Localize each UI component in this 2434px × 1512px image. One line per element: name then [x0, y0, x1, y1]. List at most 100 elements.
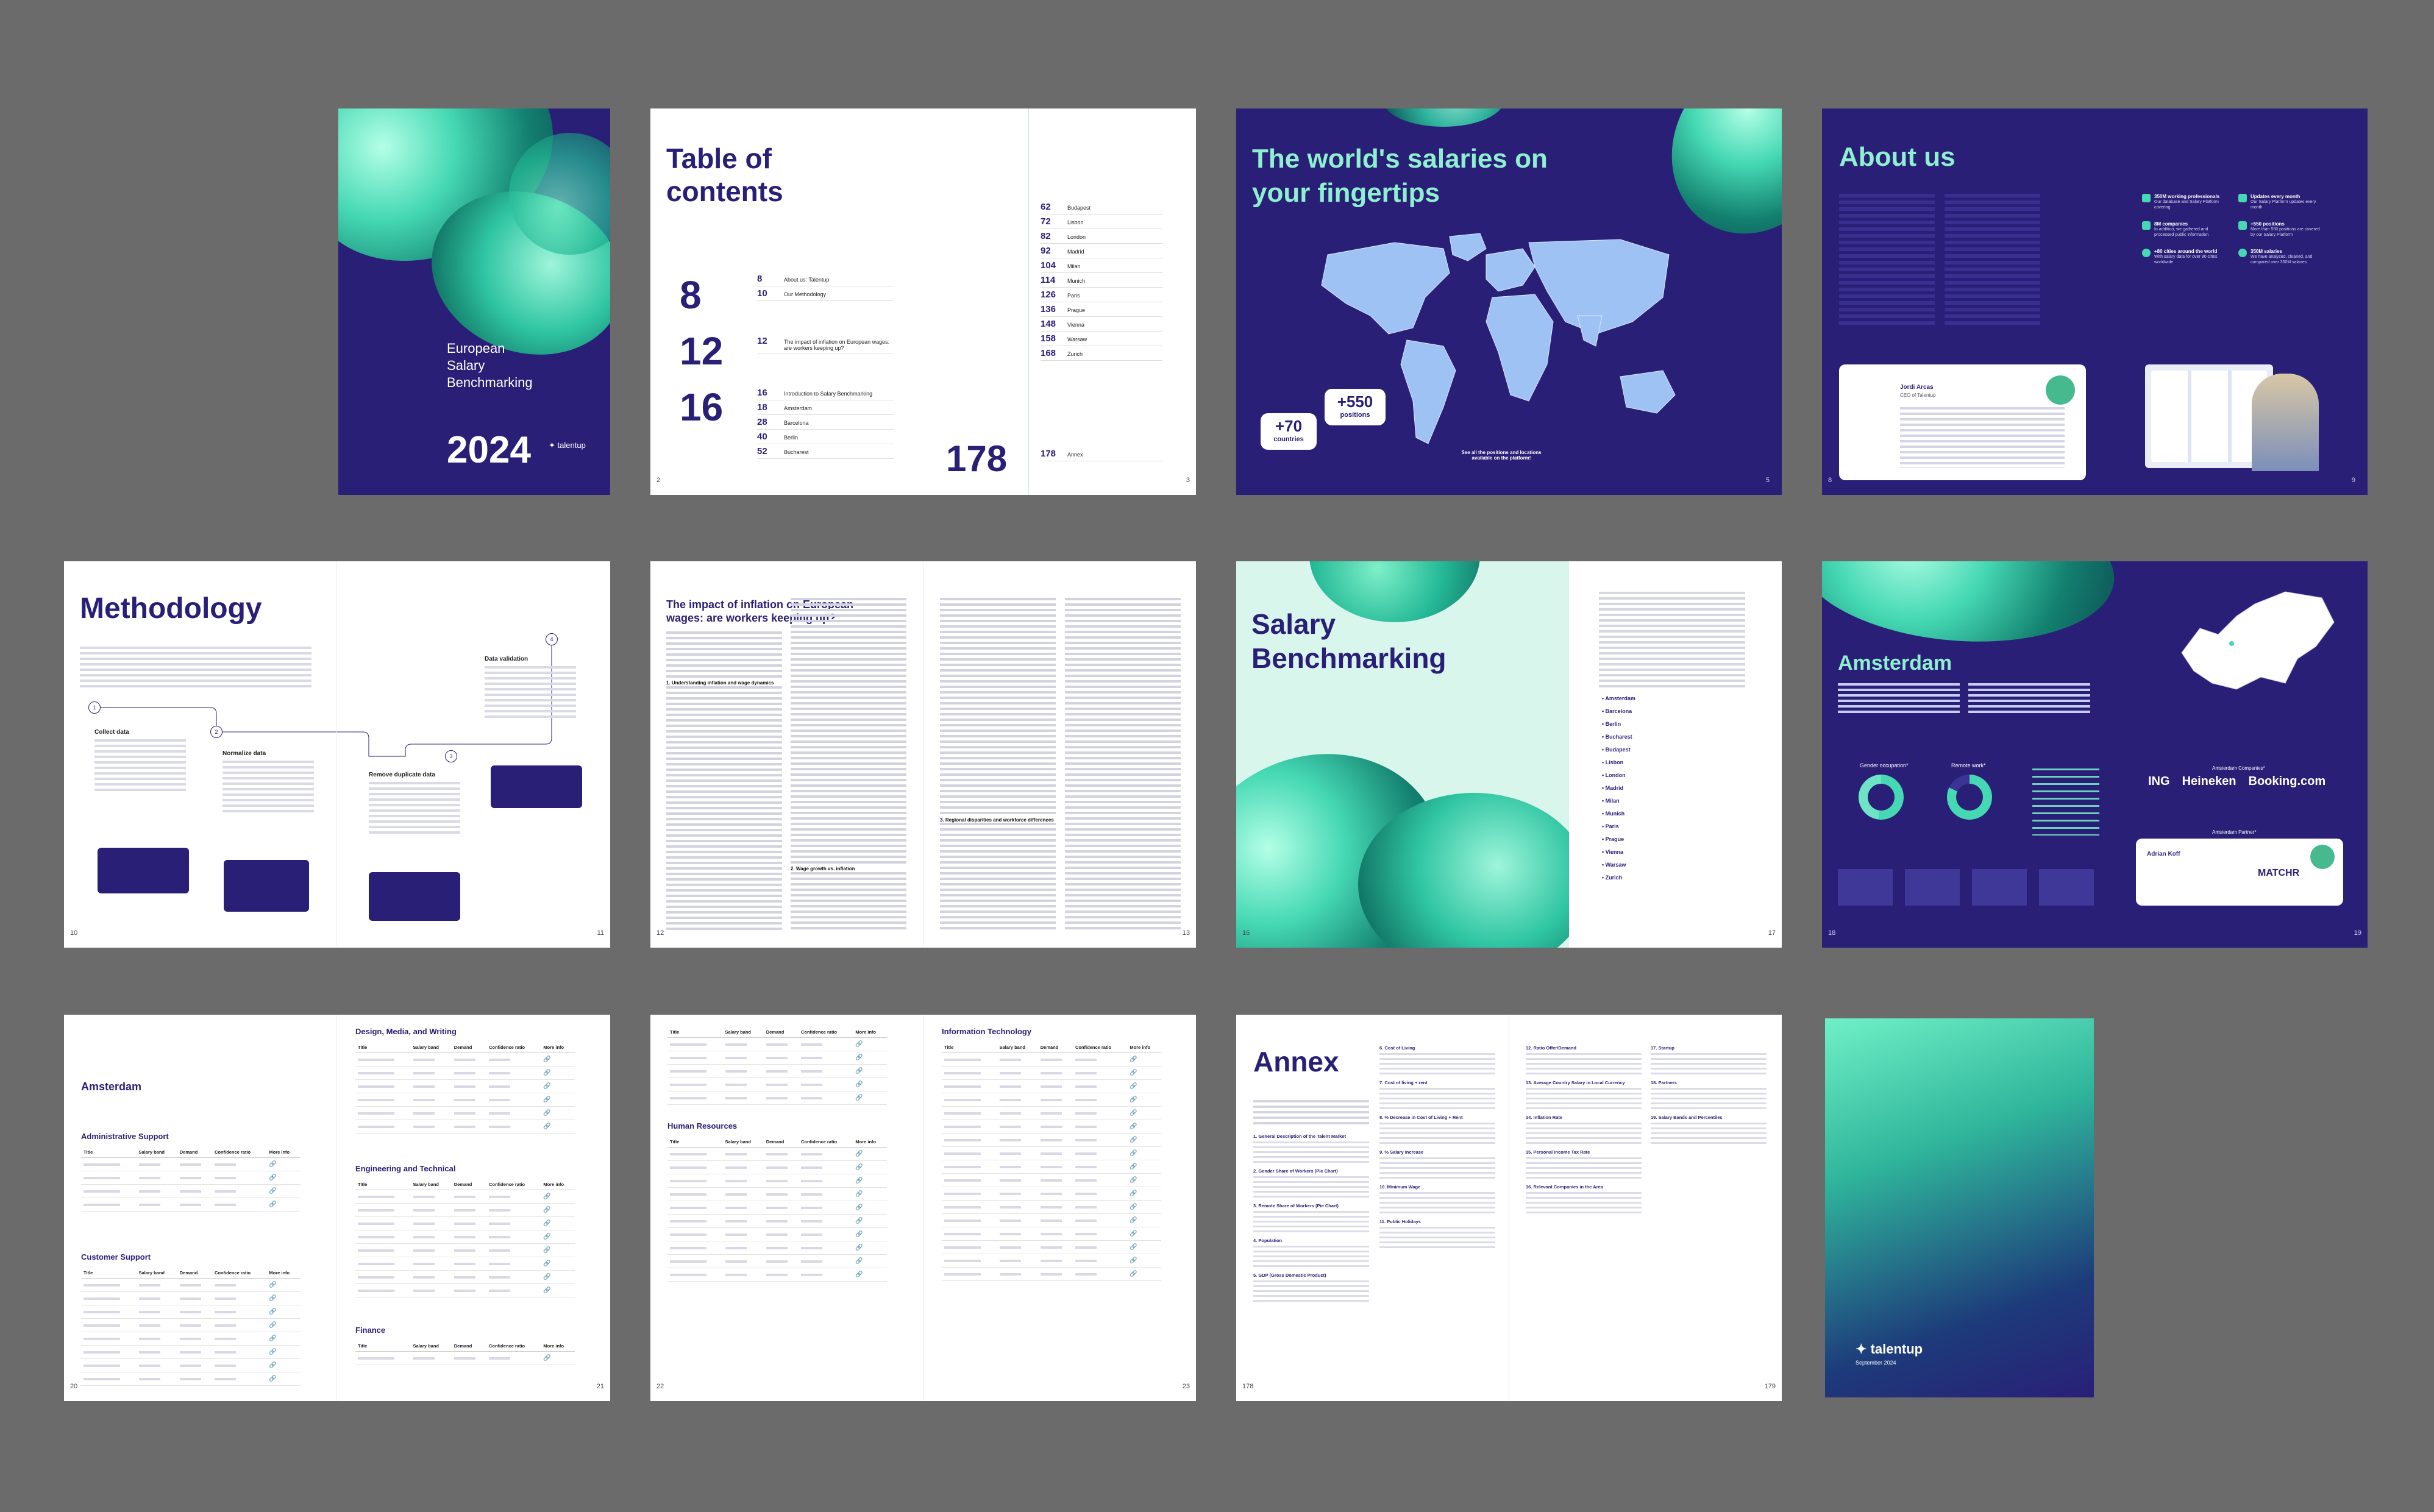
city-item[interactable]: • Berlin: [1602, 718, 1635, 731]
link-icon[interactable]: 🔗: [543, 1083, 550, 1090]
toc-entry[interactable]: 92 Madrid: [1041, 244, 1162, 258]
link-icon[interactable]: 🔗: [1130, 1177, 1137, 1184]
link-icon[interactable]: 🔗: [855, 1041, 863, 1048]
toc-entry[interactable]: 148 Vienna: [1041, 317, 1162, 332]
link-icon[interactable]: 🔗: [269, 1201, 276, 1208]
link-icon[interactable]: 🔗: [543, 1056, 550, 1063]
toc-entry[interactable]: 168 Zurich: [1041, 346, 1162, 361]
link-icon[interactable]: 🔗: [855, 1191, 863, 1198]
link-icon[interactable]: 🔗: [269, 1161, 276, 1168]
link-icon[interactable]: 🔗: [269, 1188, 276, 1194]
link-icon[interactable]: 🔗: [543, 1123, 550, 1130]
link-icon[interactable]: 🔗: [543, 1207, 550, 1213]
link-icon[interactable]: 🔗: [855, 1244, 863, 1251]
city-item[interactable]: • Prague: [1602, 833, 1635, 846]
link-icon[interactable]: 🔗: [269, 1308, 276, 1315]
link-icon[interactable]: 🔗: [269, 1335, 276, 1342]
link-icon[interactable]: 🔗: [543, 1220, 550, 1227]
toc-entry[interactable]: 8 About us: Talentup: [757, 272, 894, 286]
link-icon[interactable]: 🔗: [1130, 1056, 1137, 1063]
link-icon[interactable]: 🔗: [269, 1375, 276, 1382]
link-icon[interactable]: 🔗: [543, 1096, 550, 1103]
toc-entry[interactable]: 136 Prague: [1041, 302, 1162, 317]
link-icon[interactable]: 🔗: [1130, 1257, 1137, 1264]
toc-entry[interactable]: 10 Our Methodology: [757, 286, 894, 301]
link-icon[interactable]: 🔗: [543, 1274, 550, 1280]
link-icon[interactable]: 🔗: [855, 1231, 863, 1238]
link-icon[interactable]: 🔗: [1130, 1150, 1137, 1157]
city-item[interactable]: • Bucharest: [1602, 731, 1635, 744]
link-icon[interactable]: 🔗: [269, 1349, 276, 1355]
link-icon[interactable]: 🔗: [855, 1054, 863, 1061]
link-icon[interactable]: 🔗: [855, 1177, 863, 1184]
link-icon[interactable]: 🔗: [269, 1174, 276, 1181]
toc-entry[interactable]: 40 Berlin: [757, 430, 894, 444]
link-icon[interactable]: 🔗: [1130, 1110, 1137, 1116]
toc-entry[interactable]: 62 Budapest: [1041, 200, 1162, 215]
link-icon[interactable]: 🔗: [1130, 1217, 1137, 1224]
city-item[interactable]: • Munich: [1602, 807, 1635, 820]
world-spread: The world's salaries on your fingertips …: [1236, 108, 1782, 495]
toc-entry[interactable]: 126 Paris: [1041, 288, 1162, 302]
link-icon[interactable]: 🔗: [543, 1070, 550, 1076]
link-icon[interactable]: 🔗: [543, 1355, 550, 1361]
toc-entry-annex[interactable]: 178 Annex: [1041, 447, 1162, 461]
toc-entry[interactable]: 18 Amsterdam: [757, 400, 894, 415]
toc-entry[interactable]: 72 Lisbon: [1041, 215, 1162, 229]
map-south-america: [1400, 339, 1456, 444]
toc-entry[interactable]: 12 The impact of inflation on European wa…: [757, 334, 894, 353]
link-icon[interactable]: 🔗: [1130, 1204, 1137, 1210]
city-item[interactable]: • Warsaw: [1602, 859, 1635, 871]
link-icon[interactable]: 🔗: [1130, 1244, 1137, 1251]
link-icon[interactable]: 🔗: [543, 1233, 550, 1240]
toc-entry[interactable]: 82 London: [1041, 229, 1162, 244]
toc-entry[interactable]: 158 Warsaw: [1041, 332, 1162, 346]
link-icon[interactable]: 🔗: [855, 1068, 863, 1074]
city-item[interactable]: • Paris: [1602, 820, 1635, 833]
city-item[interactable]: • Milan: [1602, 795, 1635, 807]
city-item[interactable]: • Budapest: [1602, 744, 1635, 756]
table-row: 🔗: [667, 1174, 887, 1188]
link-icon[interactable]: 🔗: [1130, 1271, 1137, 1277]
link-icon[interactable]: 🔗: [543, 1287, 550, 1294]
city-item[interactable]: • London: [1602, 769, 1635, 782]
city-item[interactable]: • Barcelona: [1602, 705, 1635, 718]
link-icon[interactable]: 🔗: [855, 1095, 863, 1101]
city-item[interactable]: • Amsterdam: [1602, 692, 1635, 705]
link-icon[interactable]: 🔗: [1130, 1070, 1137, 1076]
link-icon[interactable]: 🔗: [1130, 1083, 1137, 1090]
link-icon[interactable]: 🔗: [269, 1322, 276, 1329]
link-icon[interactable]: 🔗: [1130, 1163, 1137, 1170]
toc-entry[interactable]: 104 Milan: [1041, 258, 1162, 273]
toc-entry[interactable]: 28 Barcelona: [757, 415, 894, 430]
link-icon[interactable]: 🔗: [269, 1282, 276, 1288]
city-item[interactable]: • Vienna: [1602, 846, 1635, 859]
toc-entry[interactable]: 114 Munich: [1041, 273, 1162, 288]
link-icon[interactable]: 🔗: [543, 1193, 550, 1200]
city-item[interactable]: • Lisbon: [1602, 756, 1635, 769]
link-icon[interactable]: 🔗: [269, 1295, 276, 1302]
link-icon[interactable]: 🔗: [1130, 1123, 1137, 1130]
toc-entry[interactable]: 52 Bucharest: [757, 444, 894, 459]
city-item[interactable]: • Madrid: [1602, 782, 1635, 795]
link-icon[interactable]: 🔗: [543, 1110, 550, 1116]
link-icon[interactable]: 🔗: [543, 1260, 550, 1267]
link-icon[interactable]: 🔗: [855, 1271, 863, 1278]
city-item[interactable]: • Zurich: [1602, 871, 1635, 884]
link-icon[interactable]: 🔗: [855, 1151, 863, 1157]
toc-entry[interactable]: 16 Introduction to Salary Benchmarking: [757, 386, 894, 400]
link-icon[interactable]: 🔗: [269, 1362, 276, 1369]
globe-icon: [2142, 249, 2151, 257]
table-row: 🔗: [355, 1203, 575, 1217]
link-icon[interactable]: 🔗: [855, 1258, 863, 1265]
link-icon[interactable]: 🔗: [855, 1204, 863, 1211]
link-icon[interactable]: 🔗: [543, 1247, 550, 1254]
link-icon[interactable]: 🔗: [1130, 1137, 1137, 1143]
link-icon[interactable]: 🔗: [855, 1081, 863, 1088]
link-icon[interactable]: 🔗: [855, 1218, 863, 1224]
link-icon[interactable]: 🔗: [1130, 1096, 1137, 1103]
link-icon[interactable]: 🔗: [1130, 1190, 1137, 1197]
link-icon[interactable]: 🔗: [1130, 1230, 1137, 1237]
dollar-icon: [2238, 249, 2247, 257]
link-icon[interactable]: 🔗: [855, 1164, 863, 1171]
